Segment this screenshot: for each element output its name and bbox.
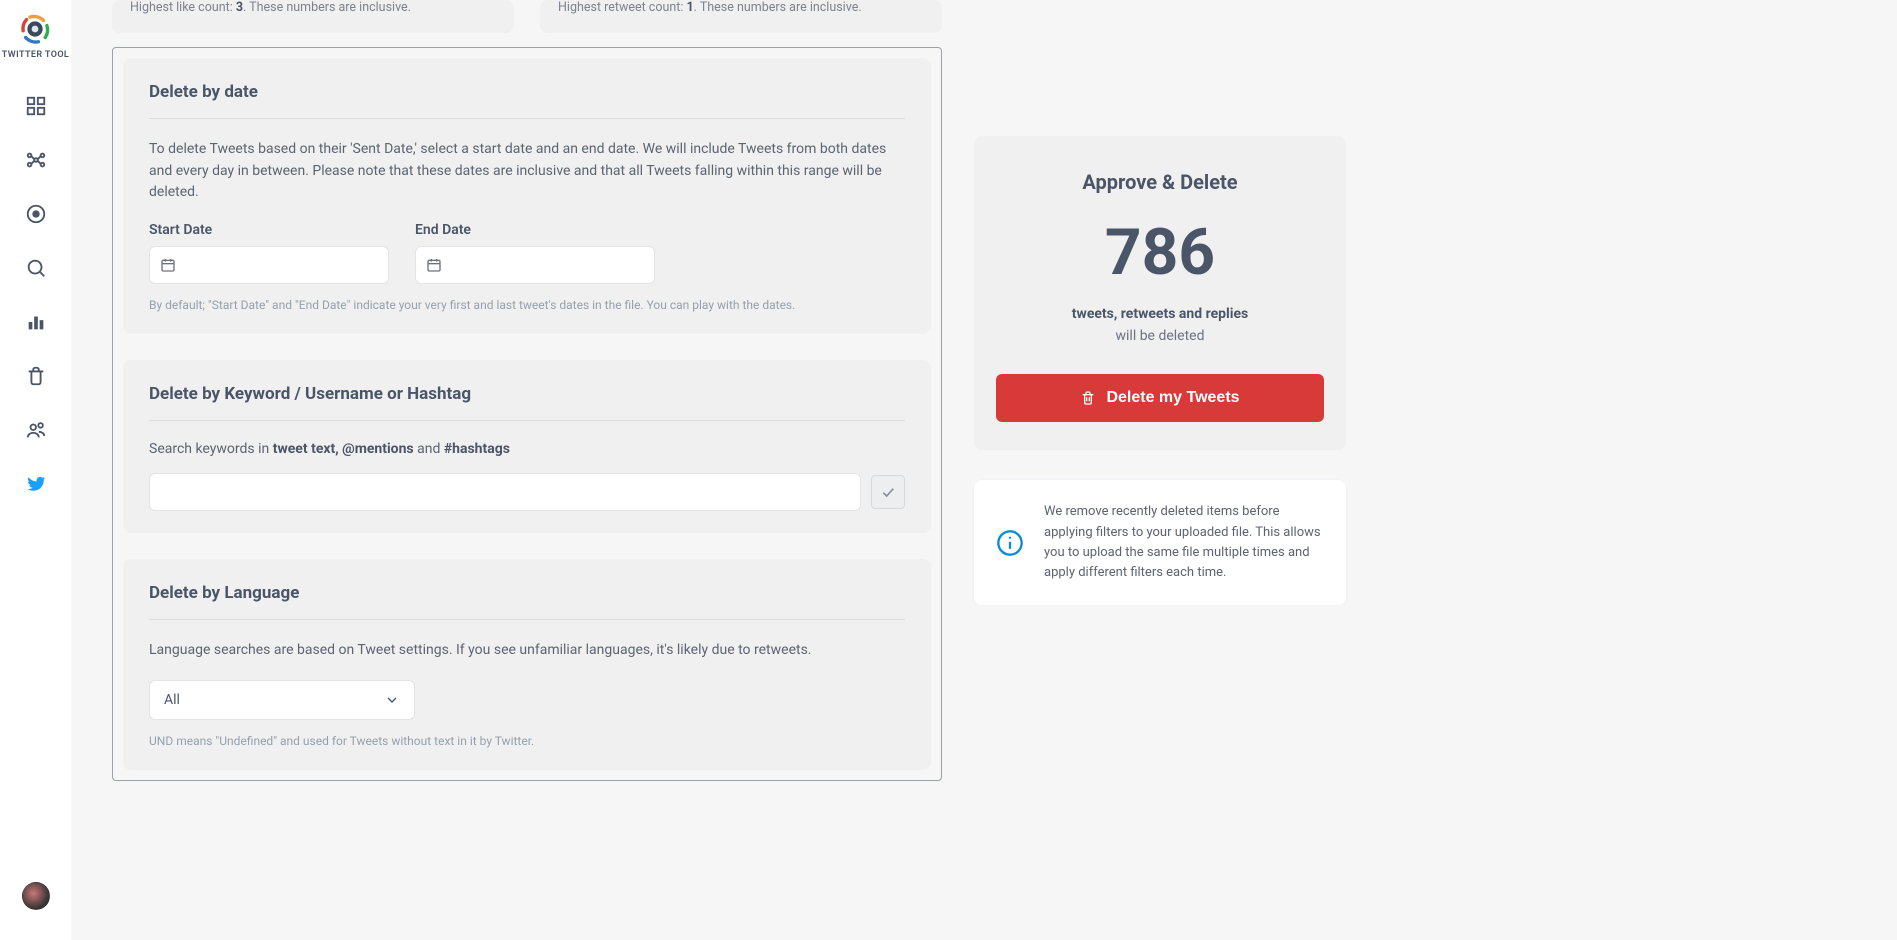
nav-people[interactable]	[24, 418, 48, 442]
keyword-label: Search keywords in tweet text, @mentions…	[149, 441, 905, 457]
likes-value: 3	[236, 0, 243, 15]
card-delete-by-language: Delete by Language Language searches are…	[123, 559, 931, 770]
info-icon	[996, 529, 1024, 557]
summary-title: Approve & Delete	[996, 170, 1324, 194]
trash-icon	[1080, 390, 1096, 406]
card-delete-by-date: Delete by date To delete Tweets based on…	[123, 58, 931, 334]
grid-icon	[25, 95, 47, 117]
end-date-input[interactable]	[415, 246, 655, 284]
chevron-down-icon	[384, 692, 400, 708]
card-hint-date: By default; "Start Date" and "End Date" …	[149, 298, 905, 312]
twitter-icon	[25, 473, 47, 495]
calendar-icon	[426, 257, 442, 273]
language-select[interactable]: All	[149, 680, 415, 720]
retweets-suffix: . These numbers are inclusive.	[694, 0, 862, 15]
summary-line1: tweets, retweets and replies	[996, 306, 1324, 322]
retweets-info-card: Highest retweet count: 1. These numbers …	[540, 0, 942, 33]
sidebar: TWITTER TOOL	[0, 0, 72, 940]
end-date-label: End Date	[415, 222, 655, 238]
card-delete-by-keyword: Delete by Keyword / Username or Hashtag …	[123, 360, 931, 533]
delete-button-label: Delete my Tweets	[1106, 389, 1239, 407]
trash-icon	[25, 365, 47, 387]
card-title-date: Delete by date	[149, 82, 905, 119]
brand-logo[interactable]: TWITTER TOOL	[2, 12, 69, 60]
card-desc-date: To delete Tweets based on their 'Sent Da…	[149, 139, 905, 204]
note-text: We remove recently deleted items before …	[1044, 502, 1324, 583]
nav-stats[interactable]	[24, 310, 48, 334]
nav-dashboard[interactable]	[24, 94, 48, 118]
summary-card: Approve & Delete 786 tweets, retweets an…	[974, 136, 1346, 450]
note-card: We remove recently deleted items before …	[974, 480, 1346, 605]
start-date-label: Start Date	[149, 222, 389, 238]
check-icon	[880, 484, 896, 500]
nav-twitter[interactable]	[24, 472, 48, 496]
nav-search[interactable]	[24, 256, 48, 280]
start-date-input[interactable]	[149, 246, 389, 284]
card-desc-language: Language searches are based on Tweet set…	[149, 640, 905, 662]
card-hint-language: UND means "Undefined" and used for Tweet…	[149, 734, 905, 748]
network-icon	[25, 149, 47, 171]
logo-icon	[18, 12, 52, 46]
nav-trash[interactable]	[24, 364, 48, 388]
main-content: Highest like count: 3. These numbers are…	[72, 0, 1897, 940]
summary-count: 786	[996, 218, 1324, 288]
keyword-confirm-button[interactable]	[871, 475, 905, 509]
avatar[interactable]	[22, 882, 50, 910]
filter-group: Delete by date To delete Tweets based on…	[112, 47, 942, 781]
likes-suffix: . These numbers are inclusive.	[243, 0, 411, 15]
nav-network[interactable]	[24, 148, 48, 172]
likes-prefix: Highest like count:	[130, 0, 236, 15]
search-icon	[25, 257, 47, 279]
language-selected-value: All	[164, 692, 180, 708]
card-title-language: Delete by Language	[149, 583, 905, 620]
calendar-icon	[160, 257, 176, 273]
bar-chart-icon	[25, 311, 47, 333]
people-icon	[25, 419, 47, 441]
delete-my-tweets-button[interactable]: Delete my Tweets	[996, 374, 1324, 422]
retweets-value: 1	[687, 0, 694, 15]
retweets-prefix: Highest retweet count:	[558, 0, 687, 15]
brand-name: TWITTER TOOL	[2, 50, 69, 60]
likes-info-card: Highest like count: 3. These numbers are…	[112, 0, 514, 33]
main-nav	[24, 94, 48, 496]
card-title-keyword: Delete by Keyword / Username or Hashtag	[149, 384, 905, 421]
nav-record[interactable]	[24, 202, 48, 226]
keyword-input[interactable]	[149, 473, 861, 511]
target-icon	[25, 203, 47, 225]
summary-line2: will be deleted	[996, 328, 1324, 344]
